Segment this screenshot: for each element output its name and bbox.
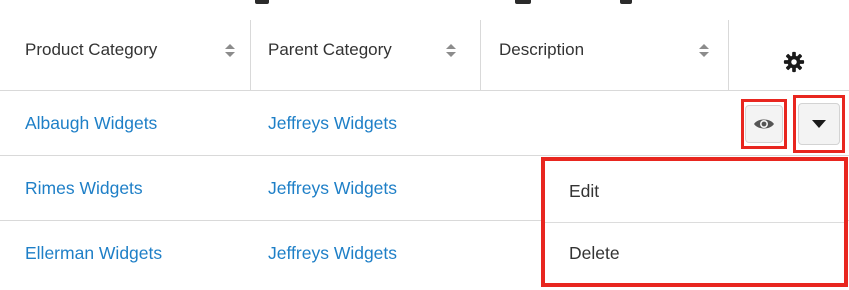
dropdown-toggle-face: [798, 103, 840, 145]
column-header-product-category[interactable]: Product Category: [25, 10, 157, 90]
parent-category-link[interactable]: Jeffreys Widgets: [268, 156, 397, 220]
parent-category-link[interactable]: Jeffreys Widgets: [268, 91, 397, 155]
product-category-link[interactable]: Ellerman Widgets: [25, 221, 162, 285]
product-category-link[interactable]: Rimes Widgets: [25, 156, 143, 220]
gear-icon[interactable]: [783, 51, 805, 73]
table-row: Albaugh Widgets Jeffreys Widgets: [0, 91, 849, 156]
caret-down-icon: [812, 120, 826, 128]
column-header-parent-category[interactable]: Parent Category: [268, 10, 392, 90]
menu-item-delete[interactable]: Delete: [545, 222, 844, 283]
row-actions-dropdown-toggle[interactable]: [793, 95, 845, 153]
eye-icon: [754, 119, 774, 129]
column-header-description[interactable]: Description: [499, 10, 584, 90]
column-divider: [250, 20, 251, 90]
column-divider: [480, 20, 481, 90]
product-category-link[interactable]: Albaugh Widgets: [25, 91, 157, 155]
sort-icon[interactable]: [225, 44, 235, 58]
menu-item-edit[interactable]: Edit: [545, 161, 844, 222]
sort-icon[interactable]: [446, 44, 456, 58]
column-divider: [728, 20, 729, 90]
parent-category-link[interactable]: Jeffreys Widgets: [268, 221, 397, 285]
row-actions-menu: Edit Delete: [541, 157, 848, 287]
table-header: Product Category Parent Category Descrip…: [0, 10, 849, 91]
sort-icon[interactable]: [699, 44, 709, 58]
preview-button[interactable]: [741, 99, 787, 149]
preview-button-face: [745, 105, 783, 143]
